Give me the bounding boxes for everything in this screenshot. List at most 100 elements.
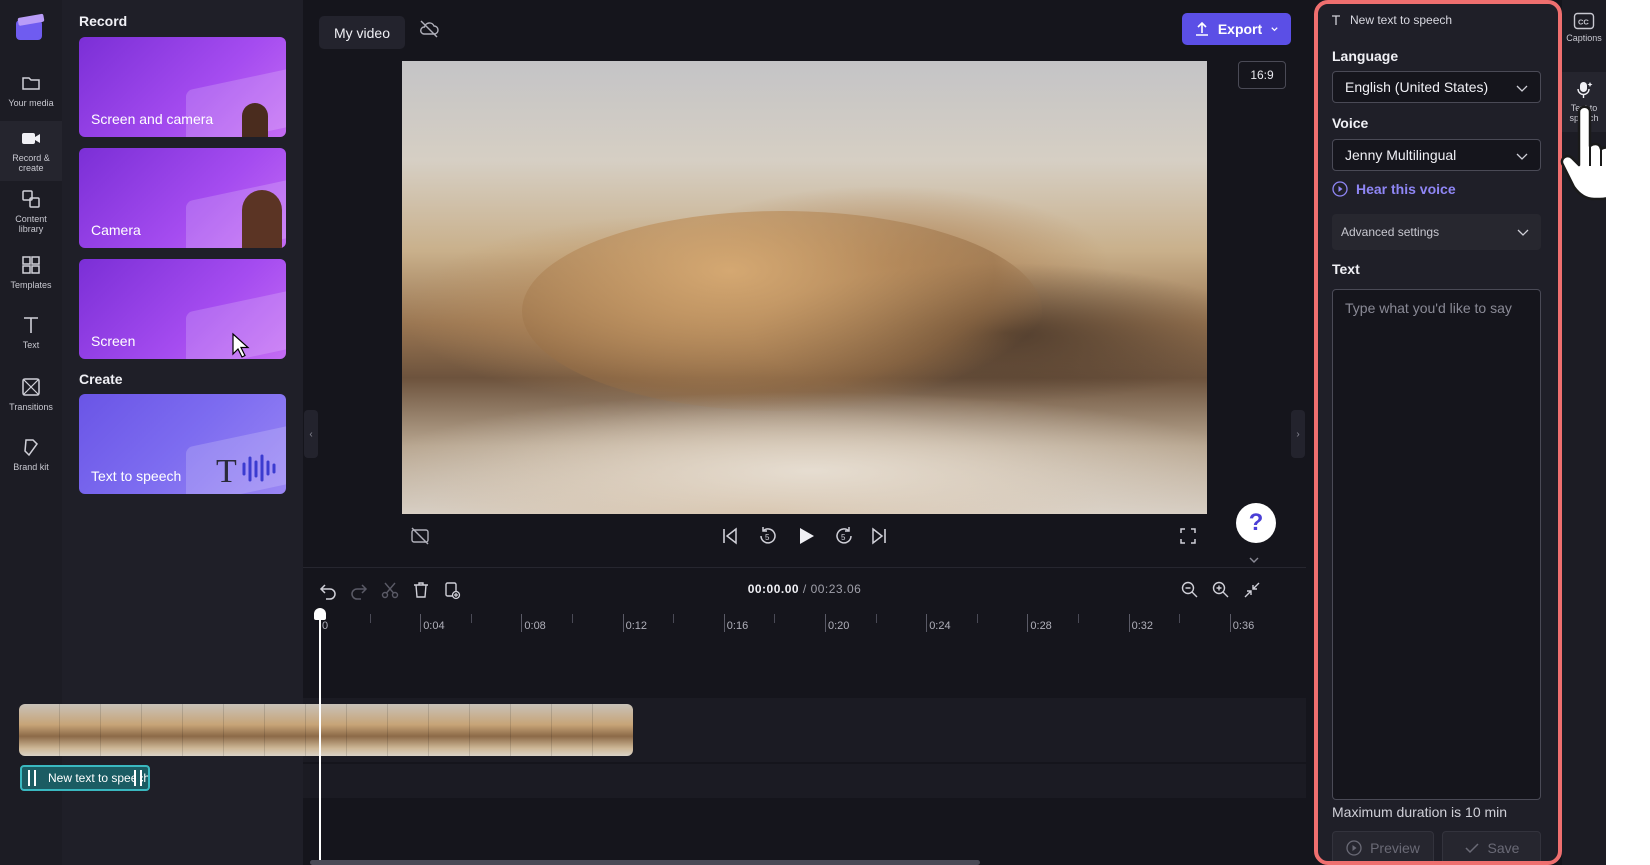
svg-text:5: 5 xyxy=(841,533,846,542)
preview-button[interactable]: Preview xyxy=(1332,831,1434,865)
rail-label: Text to speech xyxy=(1569,103,1599,123)
fit-to-screen-icon[interactable] xyxy=(1242,580,1262,600)
rail-item-captions[interactable]: CC Captions xyxy=(1562,12,1606,62)
transitions-icon xyxy=(22,378,40,396)
playhead-handle[interactable] xyxy=(314,608,326,620)
play-icon[interactable] xyxy=(795,525,817,547)
save-button[interactable]: Save xyxy=(1442,831,1541,865)
card-label: Camera xyxy=(91,222,141,238)
collapse-left-panel-button[interactable]: ‹ xyxy=(304,410,318,458)
skip-to-end-icon[interactable] xyxy=(868,525,890,547)
play-circle-icon xyxy=(1346,840,1362,856)
clip-thumbnail xyxy=(593,704,633,756)
chevron-down-icon xyxy=(1517,229,1529,236)
svg-text:T: T xyxy=(216,453,237,486)
nav-item-transitions[interactable]: Transitions xyxy=(0,370,62,430)
checkmark-icon xyxy=(1465,843,1479,854)
voice-value: Jenny Multilingual xyxy=(1345,147,1457,163)
advanced-settings-label: Advanced settings xyxy=(1341,225,1440,239)
ruler-minor-tick xyxy=(369,614,371,623)
forward-5-seconds-icon[interactable]: 5 xyxy=(833,525,855,547)
card-text-to-speech[interactable]: T Text to speech xyxy=(79,394,286,494)
chevron-down-icon[interactable] xyxy=(1247,555,1261,565)
card-screen[interactable]: Screen xyxy=(79,259,286,359)
advanced-settings-toggle[interactable]: Advanced settings xyxy=(1332,214,1541,250)
hide-preview-icon[interactable] xyxy=(409,525,431,547)
zoom-in-icon[interactable] xyxy=(1211,580,1231,600)
export-button[interactable]: Export xyxy=(1182,13,1291,45)
clip-thumbnail xyxy=(265,704,306,756)
card-label: Screen xyxy=(91,333,136,349)
ruler-minor-tick xyxy=(976,614,978,623)
total-time: / 00:23.06 xyxy=(802,582,862,596)
ruler-tick xyxy=(1229,614,1231,632)
collapse-right-panel-button[interactable]: › xyxy=(1291,410,1305,458)
ruler-tick xyxy=(926,614,928,632)
ruler-minor-tick xyxy=(774,614,776,623)
mouse-pointer-icon xyxy=(232,332,250,358)
ruler-tick xyxy=(1128,614,1130,632)
language-value: English (United States) xyxy=(1345,79,1489,95)
presenter-illustration xyxy=(242,190,282,248)
skip-to-start-icon[interactable] xyxy=(719,525,741,547)
video-preview[interactable] xyxy=(402,61,1207,514)
rail-label: Captions xyxy=(1566,33,1602,43)
clip-thumbnail xyxy=(470,704,511,756)
svg-text:CC: CC xyxy=(1578,18,1589,27)
text-icon xyxy=(24,317,38,333)
ruler-tick-label: 0:36 xyxy=(1232,620,1255,632)
rail-item-text-to-speech[interactable]: Text to speech xyxy=(1562,72,1606,132)
create-heading: Create xyxy=(79,371,123,387)
ruler-minor-tick xyxy=(673,614,675,623)
card-camera[interactable]: Camera xyxy=(79,148,286,248)
nav-label: Templates xyxy=(10,280,52,290)
chevron-down-icon xyxy=(1516,85,1528,92)
video-clip[interactable] xyxy=(19,704,633,756)
clip-thumbnail xyxy=(511,704,552,756)
tts-text-input[interactable] xyxy=(1332,289,1541,800)
zoom-out-icon[interactable] xyxy=(1180,580,1200,600)
templates-icon xyxy=(22,256,40,274)
playhead[interactable] xyxy=(319,613,321,865)
tts-title-text: New text to speech xyxy=(1350,13,1453,27)
cloud-sync-off-icon[interactable] xyxy=(418,18,440,40)
language-label: Language xyxy=(1332,48,1399,64)
aspect-ratio-button[interactable]: 16:9 xyxy=(1238,61,1286,89)
svg-text:5: 5 xyxy=(765,533,770,542)
ruler-tick xyxy=(521,614,523,632)
clip-thumbnail xyxy=(552,704,593,756)
clip-thumbnail xyxy=(19,704,60,756)
nav-item-text[interactable]: Text xyxy=(0,308,62,368)
fullscreen-icon[interactable] xyxy=(1177,525,1199,547)
nav-item-content-library[interactable]: Content library xyxy=(0,182,62,242)
ruler-tick-label: 0:28 xyxy=(1030,620,1052,632)
clip-trim-handle-right[interactable] xyxy=(134,770,142,786)
project-name-field[interactable]: My video xyxy=(319,16,405,49)
ruler-tick-label: 0:12 xyxy=(625,620,648,632)
clip-thumbnail xyxy=(224,704,265,756)
tts-panel-title: New text to speech xyxy=(1330,13,1452,27)
clip-thumbnail xyxy=(306,704,347,756)
ruler-tick-label: 0:08 xyxy=(524,620,546,632)
help-button[interactable]: ? xyxy=(1236,503,1276,543)
nav-item-your-media[interactable]: Your media xyxy=(0,66,62,126)
time-ruler[interactable]: 0 0:04 0:08 0:12 0:16 0:20 0:24 0:28 0:32 0:36 xyxy=(303,614,1306,638)
audio-clip-text-to-speech[interactable]: New text to speech xyxy=(20,765,150,791)
clipchamp-logo-icon xyxy=(16,13,45,40)
nav-item-templates[interactable]: Templates xyxy=(0,248,62,308)
presenter-illustration xyxy=(242,103,268,137)
nav-item-brand-kit[interactable]: Brand kit xyxy=(0,430,62,490)
ruler-tick-label: 0:20 xyxy=(828,620,850,632)
clip-trim-handle-left[interactable] xyxy=(28,770,36,786)
rewind-5-seconds-icon[interactable]: 5 xyxy=(757,525,779,547)
voice-select[interactable]: Jenny Multilingual xyxy=(1332,139,1541,171)
timeline-scrollbar[interactable] xyxy=(310,860,980,865)
ruler-tick xyxy=(1027,614,1029,632)
card-screen-and-camera[interactable]: Screen and camera xyxy=(79,37,286,137)
chevron-down-icon xyxy=(1516,153,1528,160)
hear-this-voice-link[interactable]: Hear this voice xyxy=(1332,181,1456,197)
nav-item-record-create[interactable]: Record & create xyxy=(0,121,62,181)
nav-label: Record & create xyxy=(12,153,50,173)
language-select[interactable]: English (United States) xyxy=(1332,71,1541,103)
content-library-icon xyxy=(22,190,40,208)
